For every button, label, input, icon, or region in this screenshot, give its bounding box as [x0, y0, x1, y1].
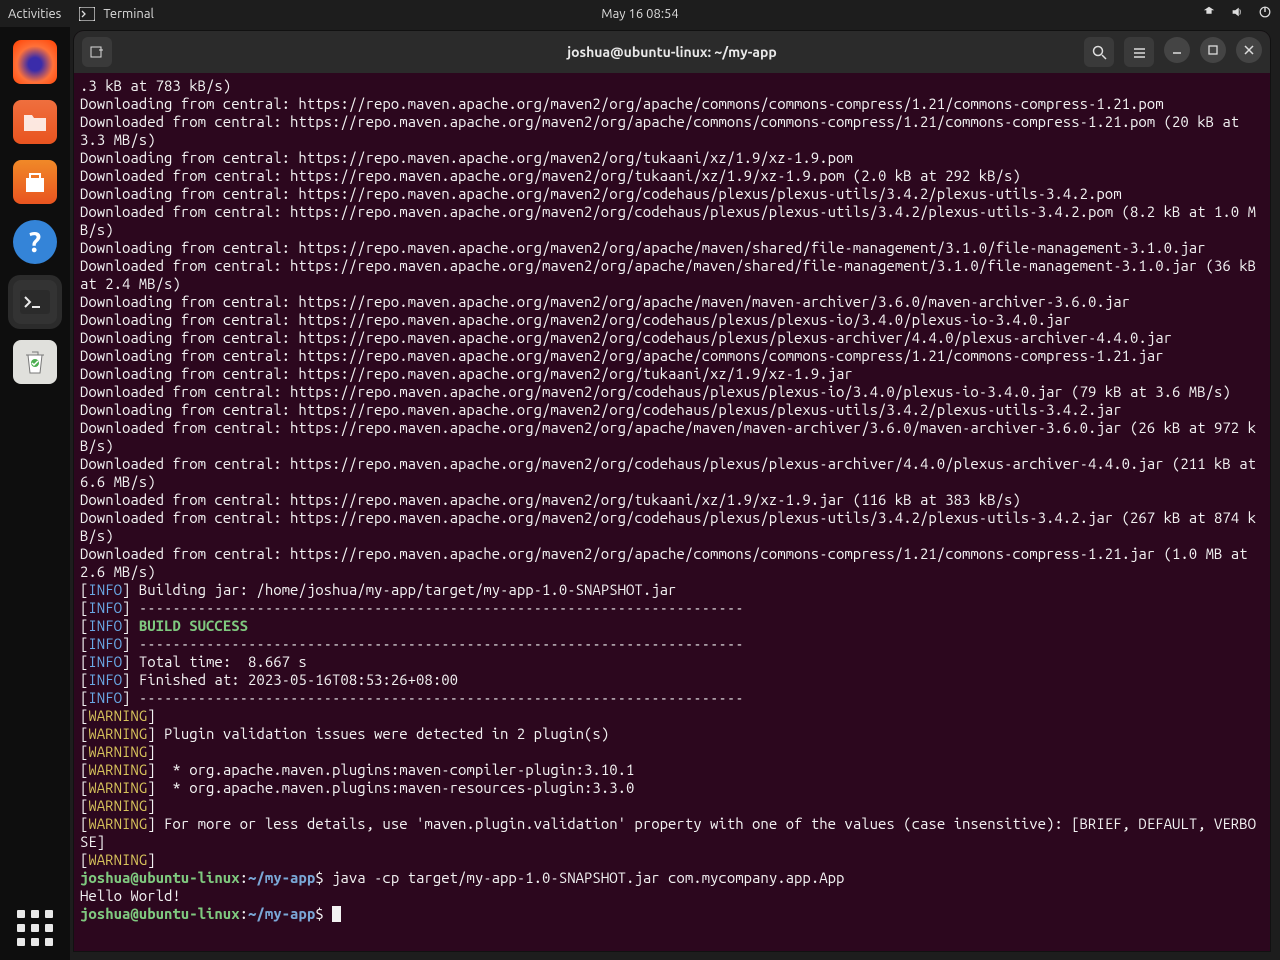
terminal-app-icon [13, 280, 57, 324]
search-button[interactable] [1084, 37, 1114, 67]
dock: ? [0, 27, 70, 960]
window-titlebar: joshua@ubuntu-linux: ~/my-app [74, 31, 1270, 73]
activities-button[interactable]: Activities [8, 7, 61, 21]
power-icon[interactable] [1258, 5, 1272, 22]
dock-firefox[interactable] [8, 35, 62, 89]
active-app-indicator[interactable]: Terminal [79, 7, 154, 21]
top-bar: Activities Terminal May 16 08:54 [0, 0, 1280, 27]
dock-terminal[interactable] [8, 275, 62, 329]
dock-software[interactable] [8, 155, 62, 209]
window-title: joshua@ubuntu-linux: ~/my-app [567, 44, 777, 60]
volume-icon[interactable] [1230, 5, 1244, 22]
trash-icon [13, 340, 57, 384]
close-button[interactable] [1236, 37, 1262, 63]
terminal-content[interactable]: .3 kB at 783 kB/s) Downloading from cent… [74, 73, 1270, 951]
menu-button[interactable] [1124, 37, 1154, 67]
software-icon [13, 160, 57, 204]
files-icon [13, 100, 57, 144]
firefox-icon [13, 40, 57, 84]
network-icon[interactable] [1202, 5, 1216, 22]
dock-trash[interactable] [8, 335, 62, 389]
dock-help[interactable]: ? [8, 215, 62, 269]
show-applications-button[interactable] [15, 910, 55, 946]
terminal-icon [79, 7, 95, 21]
help-icon: ? [13, 220, 57, 264]
dock-files[interactable] [8, 95, 62, 149]
new-tab-button[interactable] [82, 37, 112, 67]
clock[interactable]: May 16 08:54 [601, 7, 678, 21]
maximize-button[interactable] [1200, 37, 1226, 63]
terminal-window: joshua@ubuntu-linux: ~/my-app .3 kB at 7… [74, 31, 1270, 951]
minimize-button[interactable] [1164, 37, 1190, 63]
active-app-name: Terminal [103, 7, 154, 21]
